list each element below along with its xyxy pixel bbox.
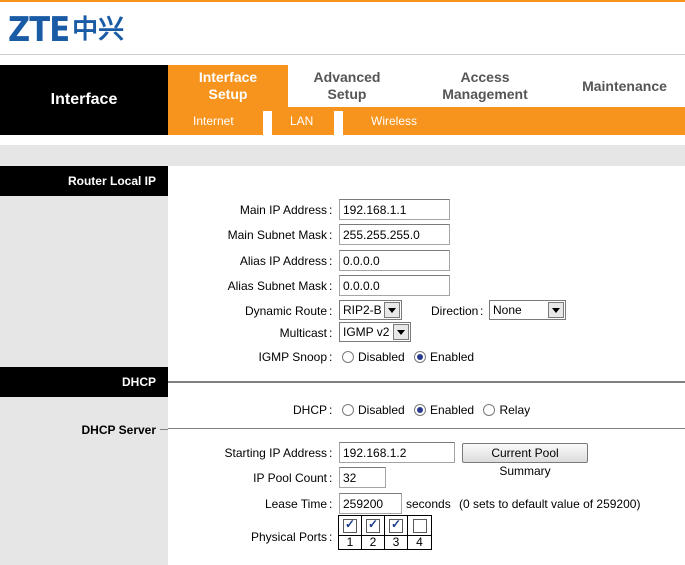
direction-value: None	[493, 303, 522, 317]
dhcp-relay-label: Relay	[499, 403, 531, 417]
pool-count-input[interactable]	[339, 467, 386, 488]
chevron-down-icon	[393, 324, 409, 340]
port-2-number: 2	[362, 535, 384, 549]
igmp-snoop-radio-group: Disabled Enabled	[342, 350, 480, 364]
current-pool-summary-button[interactable]: Current Pool Summary	[462, 443, 588, 478]
zte-logo: ZTE 中兴	[8, 10, 124, 50]
port-3-checkbox[interactable]	[389, 517, 403, 533]
multicast-select[interactable]: IGMP v2	[339, 322, 411, 342]
colon: :	[329, 446, 333, 460]
section-divider	[168, 428, 685, 429]
dynamic-route-select[interactable]: RIP2-B	[339, 300, 402, 320]
section-router-local-ip: Router Local IP	[0, 166, 168, 196]
colon: :	[329, 254, 333, 268]
section-dhcp-server: DHCP Server	[81, 423, 156, 437]
dynamic-route-label: Dynamic Route	[244, 304, 327, 318]
colon: :	[329, 403, 333, 417]
colon: :	[329, 326, 333, 340]
colon: :	[329, 497, 333, 511]
colon: :	[329, 350, 333, 364]
alias-subnet-label: Alias Subnet Mask	[227, 279, 327, 293]
dhcp-disabled-radio[interactable]	[342, 404, 354, 416]
logo-cjk: 中兴	[72, 15, 125, 45]
tab-interface-setup[interactable]: Interface Setup	[168, 65, 288, 107]
main-ip-input[interactable]	[339, 199, 450, 220]
subtab-separator	[263, 111, 272, 135]
subtab-internet[interactable]: Internet	[193, 107, 234, 135]
pool-count-label: IP Pool Count	[253, 471, 327, 485]
port-2-checkbox[interactable]	[366, 517, 380, 533]
port-3: 3	[385, 516, 408, 549]
colon: :	[329, 228, 333, 242]
port-4-checkbox[interactable]	[412, 519, 427, 533]
physical-ports-table: 1 2 3 4	[338, 515, 432, 550]
dhcp-enabled-radio[interactable]	[414, 404, 427, 416]
subtab-wireless[interactable]: Wireless	[371, 107, 417, 135]
lease-note: (0 sets to default value of 259200)	[459, 497, 641, 511]
main-ip-label: Main IP Address	[239, 203, 327, 217]
dynamic-route-value: RIP2-B	[343, 303, 382, 317]
physical-ports-label: Physical Ports	[250, 530, 327, 544]
alias-subnet-input[interactable]	[339, 275, 450, 296]
colon: :	[329, 304, 333, 318]
spacer-band	[0, 145, 685, 166]
tab-access-management[interactable]: Access Management	[406, 65, 564, 107]
igmp-disabled-radio[interactable]	[342, 351, 354, 363]
port-1: 1	[339, 516, 362, 549]
dhcp-relay-radio[interactable]	[483, 404, 496, 416]
multicast-value: IGMP v2	[343, 325, 390, 339]
left-sidebar	[0, 166, 168, 565]
colon: :	[480, 304, 484, 318]
igmp-snoop-label: IGMP Snoop	[258, 350, 327, 364]
tab-advanced-setup[interactable]: Advanced Setup	[288, 65, 406, 107]
start-ip-label: Starting IP Address	[224, 446, 327, 460]
chevron-down-icon	[548, 302, 564, 318]
header-divider	[0, 54, 685, 55]
port-1-number: 1	[339, 535, 361, 549]
igmp-disabled-label: Disabled	[358, 350, 405, 364]
colon: :	[329, 203, 333, 217]
alias-ip-label: Alias IP Address	[239, 254, 327, 268]
section-divider	[168, 381, 685, 383]
lease-unit: seconds	[406, 497, 451, 511]
section-divider	[160, 429, 168, 430]
port-4-number: 4	[408, 535, 431, 549]
direction-select[interactable]: None	[489, 300, 566, 320]
logo-latin: ZTE	[8, 10, 70, 50]
dhcp-disabled-label: Disabled	[358, 403, 405, 417]
lease-time-input[interactable]	[339, 493, 402, 514]
multicast-label: Multicast	[279, 326, 327, 340]
colon: :	[329, 530, 333, 544]
colon: :	[329, 279, 333, 293]
igmp-enabled-label: Enabled	[430, 350, 475, 364]
lease-time-label: Lease Time	[264, 497, 327, 511]
main-subnet-label: Main Subnet Mask	[227, 228, 327, 242]
port-1-checkbox[interactable]	[343, 517, 357, 533]
dhcp-radio-group: Disabled Enabled Relay	[342, 403, 536, 417]
chevron-down-icon	[384, 302, 400, 318]
subtab-separator	[334, 111, 343, 135]
direction-label: Direction	[431, 304, 479, 318]
port-2: 2	[362, 516, 385, 549]
igmp-enabled-radio[interactable]	[414, 351, 427, 363]
start-ip-input[interactable]	[339, 442, 455, 463]
top-accent-line	[0, 0, 685, 2]
dhcp-label: DHCP	[292, 403, 327, 417]
sub-navigation-bar: Internet LAN Wireless	[168, 107, 685, 135]
colon: :	[329, 471, 333, 485]
dhcp-enabled-label: Enabled	[430, 403, 475, 417]
main-subnet-input[interactable]	[339, 224, 450, 245]
section-dhcp: DHCP	[0, 367, 168, 397]
subtab-lan[interactable]: LAN	[290, 107, 313, 135]
alias-ip-input[interactable]	[339, 250, 450, 271]
port-3-number: 3	[385, 535, 407, 549]
nav-section-title: Interface	[0, 65, 168, 135]
port-4: 4	[408, 516, 431, 549]
tab-maintenance[interactable]: Maintenance	[564, 65, 685, 107]
